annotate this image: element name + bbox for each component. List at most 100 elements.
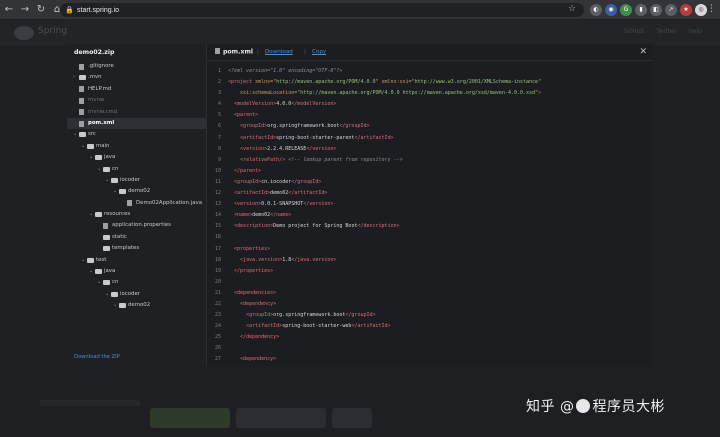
tree-item-pom-xml[interactable]: pom.xml bbox=[67, 117, 207, 130]
tree-item-resources[interactable]: ⌄ resources bbox=[67, 209, 207, 220]
tree-item-label: java bbox=[104, 154, 116, 161]
code-token: Demo project for Spring Boot bbox=[273, 223, 358, 230]
file-icon bbox=[79, 86, 84, 93]
background-link-github: GitHub bbox=[623, 28, 645, 35]
file-icon bbox=[103, 223, 108, 230]
code-token: 2.2.4.RELEASE bbox=[267, 145, 307, 152]
tree-item-application-properties[interactable]: application.properties bbox=[67, 220, 207, 231]
tree-item-mvn[interactable]: › .mvn bbox=[67, 72, 207, 83]
tree-item-cn[interactable]: ⌄ cn bbox=[67, 164, 207, 175]
bookmark-star-icon[interactable]: ☆ bbox=[568, 4, 576, 14]
code-line: 19 </properties> bbox=[207, 266, 653, 277]
line-number: 3 bbox=[217, 90, 221, 97]
code-token: <modelVersion> bbox=[234, 101, 277, 108]
code-line: 3 xsi:schemaLocation="http://maven.apach… bbox=[207, 88, 653, 99]
tree-item-iocoder[interactable]: ⌄ iocoder bbox=[67, 289, 207, 300]
chevron-right-icon[interactable]: › bbox=[73, 72, 75, 83]
chevron-down-icon[interactable]: ⌄ bbox=[81, 141, 85, 152]
download-file-link[interactable]: Download bbox=[265, 49, 293, 55]
chevron-down-icon[interactable]: ⌄ bbox=[97, 164, 101, 175]
background-explore-button bbox=[236, 408, 326, 428]
code-token: "http://maven.apache.org/POM/4.0.0" bbox=[273, 79, 379, 86]
tree-item-java[interactable]: ⌄ java bbox=[67, 152, 207, 163]
code-token: cn.iocoder bbox=[261, 178, 292, 185]
folder-icon bbox=[87, 257, 94, 263]
chevron-down-icon[interactable]: ⌄ bbox=[89, 266, 93, 277]
tree-item-gitignore[interactable]: .gitignore bbox=[67, 61, 207, 72]
chevron-down-icon[interactable]: ⌄ bbox=[73, 129, 77, 140]
code-token: org.springframework.boot bbox=[273, 312, 346, 319]
extension-icon-2[interactable]: ◉ bbox=[605, 4, 617, 16]
copy-file-link[interactable]: Copy bbox=[312, 49, 326, 55]
chevron-down-icon[interactable]: ⌄ bbox=[89, 152, 93, 163]
file-icon bbox=[79, 63, 84, 70]
chevron-down-icon[interactable]: ⌄ bbox=[89, 209, 93, 220]
address-url[interactable]: start.spring.io bbox=[77, 7, 119, 14]
extension-icon-1[interactable]: ◐ bbox=[590, 4, 602, 16]
code-token: </artifactId> bbox=[288, 190, 328, 197]
tree-item-src[interactable]: ⌄ src bbox=[67, 129, 207, 140]
tree-item-help-md[interactable]: HELP.md bbox=[67, 84, 207, 95]
line-number: 6 bbox=[217, 123, 221, 130]
tree-item-test[interactable]: ⌄ test bbox=[67, 255, 207, 266]
extension-icon-4[interactable]: ▮ bbox=[635, 4, 647, 16]
background-header: Spring GitHub Twitter Help bbox=[0, 20, 720, 46]
reload-icon[interactable]: ↻ bbox=[34, 3, 48, 17]
extension-icon-3[interactable]: G bbox=[620, 4, 632, 16]
line-number: 19 bbox=[214, 267, 221, 274]
tree-item-label: resources bbox=[104, 211, 131, 218]
extension-icon-6[interactable]: ↗ bbox=[665, 4, 677, 16]
tree-item-demo02[interactable]: ⌄ demo02 bbox=[67, 186, 207, 197]
tree-item-main[interactable]: ⌄ main bbox=[67, 141, 207, 152]
code-line: 23 <groupId>org.springframework.boot</gr… bbox=[207, 310, 653, 321]
chevron-down-icon[interactable]: ⌄ bbox=[113, 186, 117, 197]
chevron-down-icon[interactable]: ⌄ bbox=[105, 175, 109, 186]
code-token: "http://www.w3.org/2001/XMLSchema-instan… bbox=[411, 79, 542, 86]
folder-icon bbox=[111, 291, 118, 297]
tree-item-iocoder[interactable]: ⌄ iocoder bbox=[67, 175, 207, 186]
code-token: <groupId> bbox=[246, 312, 274, 319]
address-bar[interactable]: 🔒 start.spring.io ☆ bbox=[60, 3, 584, 17]
line-number: 5 bbox=[217, 112, 221, 119]
line-number: 16 bbox=[214, 234, 221, 241]
code-text: <artifactId>spring-boot-starter-parent</… bbox=[228, 133, 394, 144]
chevron-down-icon[interactable]: ⌄ bbox=[81, 255, 85, 266]
download-zip-link[interactable]: Download the ZIP bbox=[74, 354, 120, 360]
code-token: <artifactId> bbox=[234, 190, 271, 197]
profile-avatar-icon[interactable]: ◎ bbox=[695, 4, 707, 16]
tree-item-label: cn bbox=[112, 165, 119, 172]
browser-menu-icon[interactable]: ⋮ bbox=[707, 4, 716, 14]
code-content[interactable]: 1 <?xml version="1.0" encoding="UTF-8"?> 2… bbox=[207, 66, 653, 366]
chevron-down-icon[interactable]: ⌄ bbox=[113, 300, 117, 311]
tree-item-static[interactable]: static bbox=[67, 232, 207, 243]
tree-item-cn[interactable]: ⌄ cn bbox=[67, 277, 207, 288]
code-text: <version>0.0.1-SNAPSHOT</version> bbox=[228, 199, 333, 210]
code-token: <parent> bbox=[234, 112, 259, 119]
code-text: <groupId>org.springframework.boot</group… bbox=[228, 310, 375, 321]
tree-item-demo02application-java[interactable]: Demo02Application.java bbox=[67, 198, 207, 209]
back-icon[interactable]: ← bbox=[2, 3, 16, 17]
tree-item-label: src bbox=[88, 131, 96, 138]
folder-icon bbox=[103, 234, 110, 240]
tree-item-mvnw[interactable]: mvnw bbox=[67, 95, 207, 106]
tree-item-demo02[interactable]: ⌄ demo02 bbox=[67, 300, 207, 311]
code-token: <project bbox=[228, 79, 256, 86]
line-number: 2 bbox=[217, 79, 221, 86]
close-icon[interactable]: ✕ bbox=[639, 47, 647, 57]
folder-icon bbox=[95, 269, 102, 275]
tree-item-java[interactable]: ⌄ java bbox=[67, 266, 207, 277]
watermark-author: 程序员大彬 bbox=[592, 399, 665, 415]
extension-icon-5[interactable]: ◧ bbox=[650, 4, 662, 16]
code-text: <modelVersion>4.0.0</modelVersion> bbox=[228, 99, 336, 110]
file-icon bbox=[215, 48, 220, 54]
tree-item-templates[interactable]: templates bbox=[67, 243, 207, 254]
chevron-down-icon[interactable]: ⌄ bbox=[97, 277, 101, 288]
chevron-down-icon[interactable]: ⌄ bbox=[105, 289, 109, 300]
code-viewer: pom.xml | Download | Copy ✕ 1 <?xml versi… bbox=[207, 44, 653, 366]
forward-icon[interactable]: → bbox=[18, 3, 32, 17]
extension-icon-7[interactable]: ★ bbox=[680, 4, 692, 16]
code-text: <?xml version="1.0" encoding="UTF-8"?> bbox=[228, 66, 342, 77]
tree-item-label: Demo02Application.java bbox=[136, 199, 203, 206]
tree-item-mvnw-cmd[interactable]: mvnw.cmd bbox=[67, 107, 207, 118]
